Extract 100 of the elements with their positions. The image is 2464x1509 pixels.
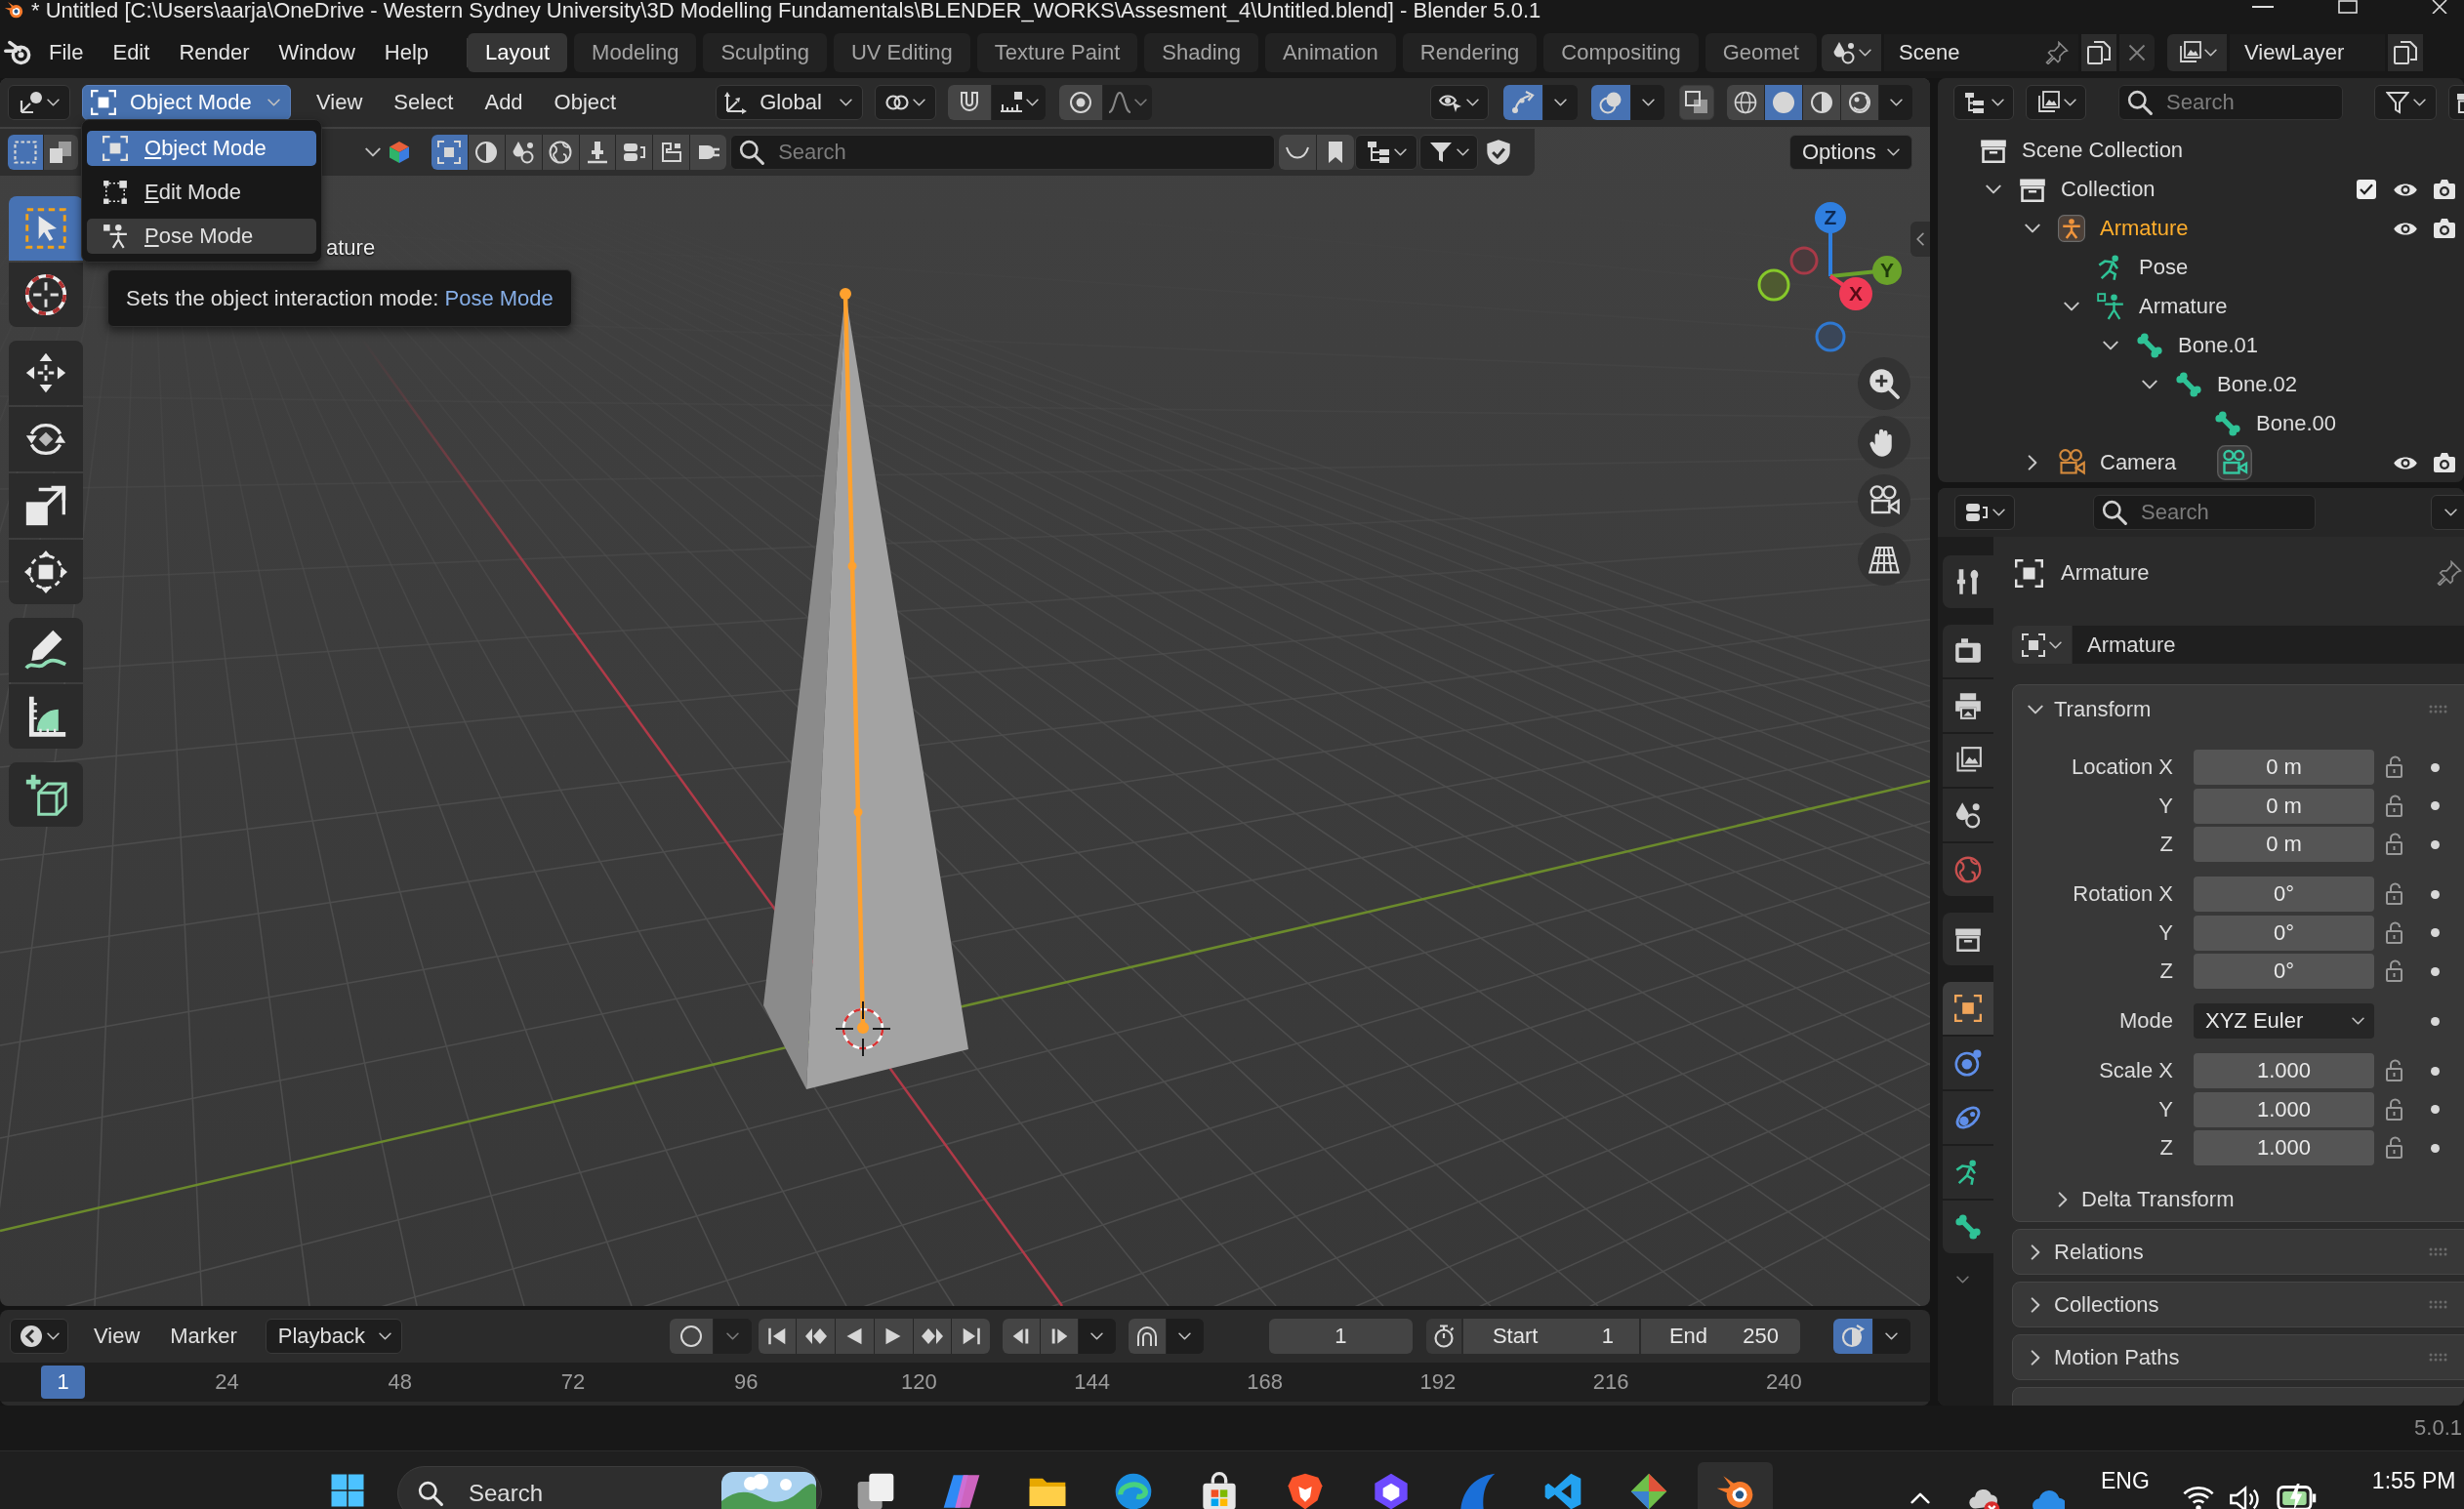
filter-toggle[interactable]	[542, 135, 579, 170]
tree-item[interactable]: Armature	[2139, 294, 2228, 319]
workspace-tab[interactable]: Sculpting	[703, 33, 827, 72]
dot-icon[interactable]	[2431, 1143, 2440, 1153]
chevron-down-icon[interactable]	[1956, 1276, 1969, 1284]
search-field[interactable]: Search	[397, 1466, 822, 1509]
sync-toggle[interactable]	[1832, 1319, 1872, 1354]
options-dropdown[interactable]: Options	[1789, 135, 1912, 170]
panel-header[interactable]: Relations	[2013, 1230, 2464, 1274]
chevron-down-icon[interactable]	[365, 147, 381, 157]
number-field[interactable]: 0°	[2194, 954, 2374, 989]
eye-icon[interactable]	[2393, 455, 2418, 470]
menu-item[interactable]: Render	[164, 33, 265, 72]
properties-tab[interactable]	[1943, 734, 1993, 787]
language-indicator[interactable]: ENG	[2101, 1468, 2150, 1493]
pivot-dropdown[interactable]	[875, 85, 937, 120]
menu-item[interactable]: Object	[538, 90, 633, 115]
remove-button[interactable]	[2119, 34, 2156, 71]
dot-icon[interactable]	[2431, 928, 2440, 937]
tool-button[interactable]	[9, 341, 83, 405]
properties-tab[interactable]	[1943, 679, 1993, 732]
number-field[interactable]: 0°	[2194, 915, 2374, 951]
object-type-dropdown[interactable]	[2012, 626, 2072, 664]
cloud-cross-icon[interactable]	[1969, 1488, 2000, 1509]
workspace-tab[interactable]: Rendering	[1402, 33, 1538, 72]
workspace-tab[interactable]: Texture Paint	[976, 33, 1138, 72]
movie-camera-icon[interactable]	[2217, 445, 2253, 480]
open-lock-icon[interactable]	[2385, 755, 2403, 779]
subpanel-header[interactable]: Delta Transform	[2013, 1180, 2464, 1219]
workspace-tab[interactable]: Shading	[1144, 33, 1258, 72]
grip-icon[interactable]	[2429, 705, 2447, 714]
wifi-icon[interactable]	[2182, 1486, 2214, 1509]
jump-start-button[interactable]	[758, 1319, 797, 1354]
open-lock-icon[interactable]	[2385, 833, 2403, 856]
tool-button[interactable]	[9, 684, 83, 749]
taskbar-button[interactable]	[1697, 1462, 1773, 1509]
axis-handle[interactable]	[1789, 246, 1819, 275]
filter-toggle[interactable]	[653, 135, 690, 170]
search-field[interactable]: Search	[730, 135, 1276, 170]
current-frame-field[interactable]: 1	[1268, 1319, 1413, 1354]
display-mode-dropdown[interactable]	[1953, 85, 2014, 120]
scene-type-dropdown[interactable]	[1822, 34, 1882, 71]
grip-icon[interactable]	[2429, 1300, 2447, 1309]
panel-header[interactable]: Transform	[2013, 685, 2464, 733]
previous-keyframe-button[interactable]	[797, 1319, 836, 1354]
tree-item[interactable]: Camera	[2100, 450, 2177, 475]
menu-item[interactable]: Select	[378, 90, 470, 115]
properties-tab[interactable]	[1943, 789, 1993, 841]
number-field[interactable]: 0 m	[2194, 827, 2374, 862]
four-squares-icon[interactable]	[330, 1473, 365, 1508]
scene-name-field[interactable]: Scene	[1884, 34, 2079, 71]
filter-dropdown[interactable]	[2374, 85, 2437, 120]
tool-button[interactable]	[9, 618, 83, 682]
chevron-down-icon[interactable]	[2025, 224, 2040, 233]
search-field[interactable]: Search	[2118, 85, 2343, 120]
number-field[interactable]: 0 m	[2194, 788, 2374, 824]
tool-button[interactable]	[9, 473, 83, 538]
axis-handle[interactable]: Z	[1815, 202, 1846, 276]
overlay-dropdown[interactable]	[1631, 85, 1664, 120]
workspace-tab[interactable]: Modeling	[574, 33, 697, 72]
properties-tab[interactable]	[1943, 1091, 1993, 1144]
properties-tab[interactable]	[1943, 982, 1993, 1035]
bookmark-button[interactable]	[1317, 135, 1355, 170]
axis-handle[interactable]	[1757, 268, 1790, 302]
speaker-icon[interactable]	[2229, 1484, 2261, 1509]
open-lock-icon[interactable]	[2385, 959, 2403, 983]
checkbox[interactable]	[2357, 180, 2376, 199]
number-field[interactable]: 1.000	[2194, 1130, 2374, 1165]
clock-time[interactable]: 1:55 PM	[2371, 1468, 2456, 1493]
chevron-down-icon[interactable]	[2142, 380, 2157, 389]
filter-toggle[interactable]	[616, 135, 653, 170]
workspace-tab[interactable]: Compositing	[1543, 33, 1699, 72]
tool-button[interactable]	[9, 540, 83, 604]
eye-icon[interactable]	[2393, 182, 2418, 197]
step-back-button[interactable]	[1002, 1319, 1040, 1354]
play-button[interactable]	[874, 1319, 913, 1354]
end-frame-field[interactable]: 250	[1743, 1324, 1779, 1349]
open-lock-icon[interactable]	[2385, 1059, 2403, 1082]
options-dropdown[interactable]	[2431, 495, 2464, 530]
proportional-toggle[interactable]	[1059, 85, 1103, 120]
workspace-tab[interactable]: UV Editing	[833, 33, 970, 72]
tree-item[interactable]: Bone.00	[2256, 411, 2336, 436]
dot-icon[interactable]	[2431, 762, 2440, 772]
xray-toggle[interactable]	[1679, 85, 1714, 120]
grip-icon[interactable]	[2429, 1353, 2447, 1362]
menu-item[interactable]: Add	[469, 90, 539, 115]
tree-item[interactable]: Pose	[2139, 255, 2189, 280]
dot-icon[interactable]	[2431, 1016, 2440, 1026]
open-lock-icon[interactable]	[2385, 794, 2403, 818]
sidebar-toggle[interactable]	[1910, 222, 1930, 257]
jump-end-button[interactable]	[952, 1319, 990, 1354]
menu-item[interactable]: Object Mode	[87, 131, 316, 166]
current-frame-marker[interactable]: 1	[41, 1366, 85, 1399]
cloud-icon[interactable]	[2032, 1488, 2065, 1509]
shading-mode-button[interactable]	[1765, 85, 1802, 120]
maximize-icon[interactable]	[2338, 0, 2358, 14]
dot-icon[interactable]	[2431, 801, 2440, 810]
overlay-toggle[interactable]	[1591, 85, 1630, 120]
tree-item[interactable]: Bone.01	[2178, 333, 2258, 358]
filter-toggle[interactable]	[505, 135, 542, 170]
